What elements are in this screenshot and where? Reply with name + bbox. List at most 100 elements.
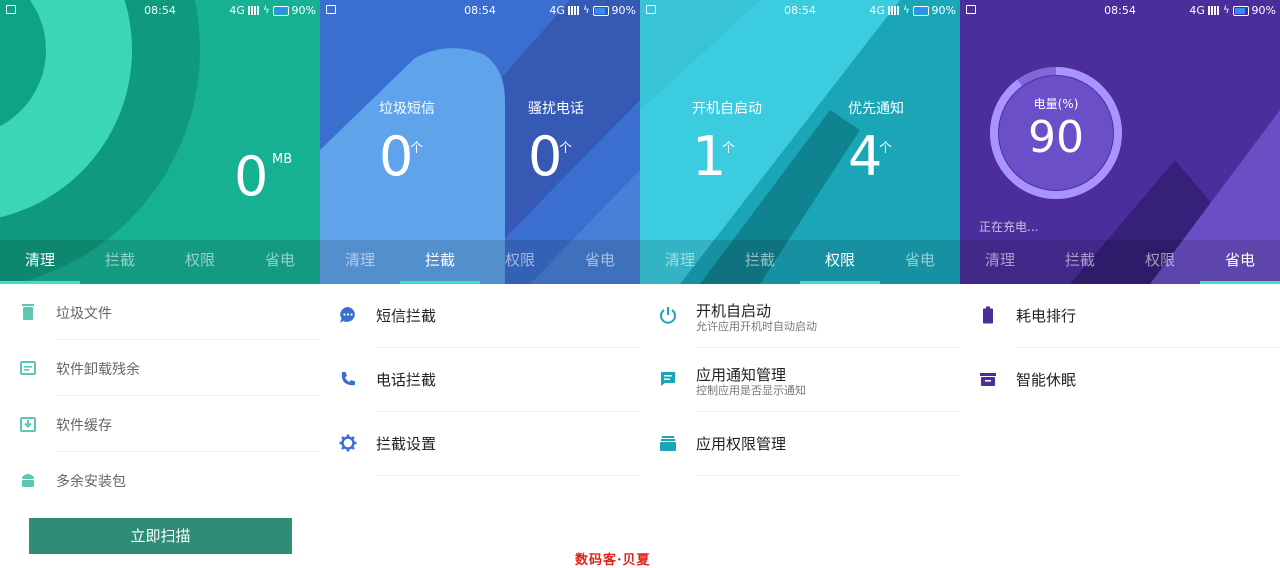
tab-bar: 清理 拦截 权限 省电: [320, 240, 640, 284]
watermark-text: 数码客·贝夏: [575, 553, 651, 568]
list-item-sms-intercept[interactable]: 短信拦截: [320, 284, 640, 348]
list-item-redundant-packages[interactable]: 多余安装包: [0, 452, 320, 508]
divider: [696, 475, 960, 476]
tab-power-saving[interactable]: 省电: [240, 240, 320, 284]
spam-sms-label: 垃圾短信: [379, 101, 435, 117]
tab-bar: 清理 拦截 权限 省电: [640, 240, 960, 284]
intercept-screen: 08:54 4G ϟ 90% 垃圾短信 0 个 骚扰电话 0 个 清理 拦截 权…: [320, 0, 640, 568]
tab-permissions[interactable]: 权限: [160, 240, 240, 284]
battery-status-icon: [912, 5, 929, 16]
list-item-label: 软件缓存: [56, 418, 112, 434]
list-item-subtitle: 允许应用开机时自动启动: [696, 320, 817, 333]
network-type: 4G: [229, 4, 245, 17]
tab-intercept[interactable]: 拦截: [720, 240, 800, 284]
tab-power-saving[interactable]: 省电: [1200, 240, 1280, 284]
list-item-call-intercept[interactable]: 电话拦截: [320, 348, 640, 412]
permission-stack-icon: [660, 436, 676, 451]
list-item-label: 耗电排行: [1016, 307, 1077, 325]
status-bar: 08:54 4G ϟ 90%: [960, 0, 1280, 22]
charging-bolt-icon: ϟ: [262, 5, 270, 16]
battery-percent: 90%: [611, 4, 636, 17]
junk-size-unit: MB: [272, 152, 293, 167]
list-item-label: 软件卸载残余: [56, 362, 140, 378]
divider: [376, 475, 640, 476]
list-item-power-ranking[interactable]: 耗电排行: [960, 284, 1280, 348]
tab-intercept[interactable]: 拦截: [1040, 240, 1120, 284]
sms-bubble-icon: [340, 307, 355, 323]
intercept-list: 短信拦截 电话拦截 拦截设置: [320, 284, 640, 476]
tab-bar: 清理 拦截 权限 省电: [960, 240, 1280, 284]
tab-clean[interactable]: 清理: [320, 240, 400, 284]
uninstall-residue-icon: [20, 361, 36, 375]
tab-clean[interactable]: 清理: [0, 240, 80, 284]
tab-intercept[interactable]: 拦截: [80, 240, 160, 284]
battery-percent: 90%: [1251, 4, 1276, 17]
power-saving-screen: 08:54 4G ϟ 90% 电量(%) 90 正在充电... 清理 拦截 权限…: [960, 0, 1280, 568]
intercept-hero: 08:54 4G ϟ 90% 垃圾短信 0 个 骚扰电话 0 个 清理 拦截 权…: [320, 0, 640, 284]
list-item-junk-files[interactable]: 垃圾文件: [0, 284, 320, 340]
harass-call-count: 0: [528, 125, 563, 188]
tab-intercept[interactable]: 拦截: [400, 240, 480, 284]
scan-now-button[interactable]: 立即扫描: [29, 518, 292, 554]
charging-bolt-icon: ϟ: [582, 5, 590, 16]
clean-hero: 08:54 4G ϟ 90% 0 MB 清理 拦截 权限 省电: [0, 0, 320, 284]
battery-status-icon: [272, 5, 289, 16]
status-bar: 08:54 4G ϟ 90%: [320, 0, 640, 22]
list-item-label: 短信拦截: [376, 307, 437, 325]
list-item-label: 拦截设置: [376, 435, 437, 453]
list-item-uninstall-residue[interactable]: 软件卸载残余: [0, 340, 320, 396]
tab-permissions[interactable]: 权限: [800, 240, 880, 284]
cache-download-icon: [20, 417, 36, 432]
permissions-list: 开机自启动 允许应用开机时自动启动 应用通知管理 控制应用是否显示通知 应用权限…: [640, 284, 960, 476]
list-item-notification-management[interactable]: 应用通知管理 控制应用是否显示通知: [640, 348, 960, 412]
priority-notify-count: 4: [848, 125, 883, 188]
tab-power-saving[interactable]: 省电: [560, 240, 640, 284]
tab-permissions[interactable]: 权限: [480, 240, 560, 284]
list-item-permission-management[interactable]: 应用权限管理: [640, 412, 960, 476]
tab-clean[interactable]: 清理: [960, 240, 1040, 284]
permissions-hero: 08:54 4G ϟ 90% 开机自启动 1 个 优先通知 4 个 清理 拦截 …: [640, 0, 960, 284]
android-package-icon: [22, 474, 34, 487]
spam-sms-count: 0: [379, 125, 414, 188]
network-type: 4G: [1189, 4, 1205, 17]
charging-status-text: 正在充电...: [979, 220, 1039, 234]
signal-icon: [567, 6, 580, 15]
list-item-intercept-settings[interactable]: 拦截设置: [320, 412, 640, 476]
trash-icon: [22, 304, 34, 320]
notification-message-icon: [661, 372, 675, 386]
status-bar: 08:54 4G ϟ 90%: [0, 0, 320, 22]
list-item-subtitle: 控制应用是否显示通知: [696, 384, 806, 397]
battery-icon: [983, 306, 993, 324]
gear-icon: [339, 434, 357, 452]
power-icon: [660, 307, 676, 324]
list-item-label: 智能休眠: [1016, 371, 1077, 389]
phone-icon: [341, 372, 355, 386]
network-type: 4G: [549, 4, 565, 17]
autostart-unit: 个: [722, 141, 736, 156]
signal-icon: [1207, 6, 1220, 15]
sleep-box-icon: [980, 373, 996, 386]
network-type: 4G: [869, 4, 885, 17]
tab-power-saving[interactable]: 省电: [880, 240, 960, 284]
junk-size-value: 0: [234, 145, 269, 208]
battery-status-icon: [1232, 5, 1249, 16]
tab-clean[interactable]: 清理: [640, 240, 720, 284]
spam-sms-unit: 个: [410, 141, 424, 156]
list-item-label: 应用权限管理: [696, 435, 787, 453]
list-item-label: 多余安装包: [56, 474, 126, 490]
permissions-screen: 08:54 4G ϟ 90% 开机自启动 1 个 优先通知 4 个 清理 拦截 …: [640, 0, 960, 568]
signal-icon: [887, 6, 900, 15]
gauge-label: 电量(%): [1033, 97, 1079, 111]
charging-bolt-icon: ϟ: [902, 5, 910, 16]
list-item-label: 电话拦截: [376, 371, 437, 389]
tab-permissions[interactable]: 权限: [1120, 240, 1200, 284]
power-hero: 08:54 4G ϟ 90% 电量(%) 90 正在充电... 清理 拦截 权限…: [960, 0, 1280, 284]
list-item-autostart[interactable]: 开机自启动 允许应用开机时自动启动: [640, 284, 960, 348]
priority-notify-unit: 个: [879, 141, 893, 156]
list-item-smart-sleep[interactable]: 智能休眠: [960, 348, 1280, 412]
list-item-label: 垃圾文件: [56, 306, 112, 322]
battery-percent: 90%: [291, 4, 316, 17]
list-item-app-cache[interactable]: 软件缓存: [0, 396, 320, 452]
status-bar: 08:54 4G ϟ 90%: [640, 0, 960, 22]
charging-bolt-icon: ϟ: [1222, 5, 1230, 16]
